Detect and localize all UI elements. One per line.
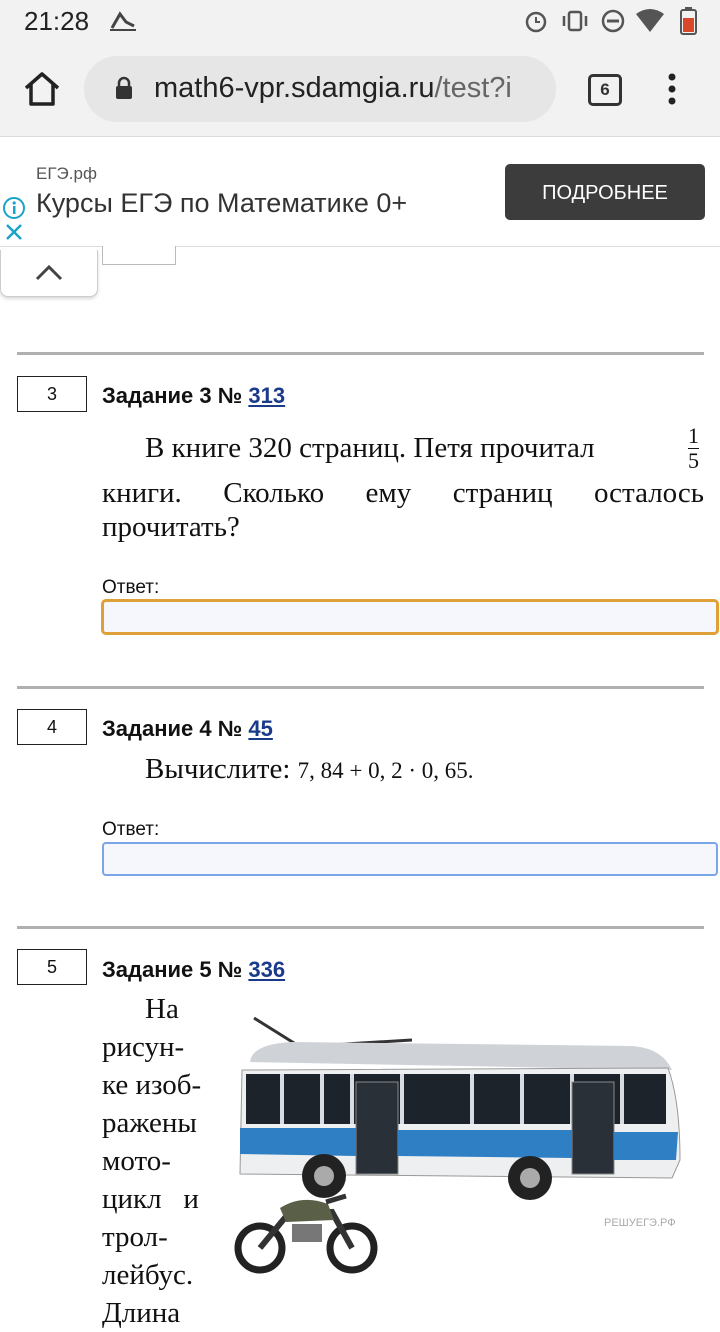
fraction: 1 5: [688, 424, 699, 473]
answer-input[interactable]: [102, 600, 718, 634]
url-host: math6-vpr.sdamgia.ru: [154, 72, 435, 104]
ad-title[interactable]: Курсы ЕГЭ по Математике 0+: [36, 188, 407, 219]
previous-task-fragment: [102, 246, 176, 265]
task-text-line: рисун-: [102, 1031, 185, 1063]
task-text-line: Длина: [102, 1297, 181, 1329]
ad-close-icon[interactable]: [4, 222, 24, 242]
task-text-line: лейбус.: [102, 1259, 194, 1291]
collapse-ad-button[interactable]: [0, 250, 98, 297]
image-watermark: РЕШУЕГЭ.РФ: [604, 1217, 676, 1229]
answer-label: Ответ:: [102, 577, 160, 598]
fraction-numerator: 1: [688, 423, 699, 448]
task-text: Вычислите:: [145, 753, 291, 785]
address-bar[interactable]: math6-vpr.sdamgia.ru/test?i: [84, 56, 556, 122]
ad-details-button[interactable]: ПОДРОБНЕЕ: [505, 164, 705, 220]
home-icon[interactable]: [22, 70, 62, 108]
task-text: На рисун- ке изоб- ражены мото- цикл и т…: [102, 990, 222, 1332]
task-text-line: цикл и: [102, 1183, 199, 1215]
task-header: Задание 5 № 336: [102, 957, 285, 983]
task-text-line: ке изоб-: [102, 1069, 202, 1101]
task-text-line: Вычислите: 7, 84 + 0, 2 · 0, 65.: [145, 750, 474, 790]
task-text-line: ражены: [102, 1107, 197, 1139]
ad-site: ЕГЭ.рф: [36, 164, 97, 183]
answer-input[interactable]: [102, 842, 718, 876]
lock-icon: [116, 76, 132, 99]
trolleybus-motorcycle-image: РЕШУЕГЭ.РФ: [234, 1016, 681, 1274]
browser-toolbar: math6-vpr.sdamgia.ru/test?i 6: [0, 42, 720, 137]
task-text-line: мото-: [102, 1145, 171, 1177]
task-header-label: Задание 3 №: [102, 383, 243, 408]
activity-icon: [110, 11, 136, 31]
task-divider: [17, 352, 704, 355]
task-link[interactable]: 45: [248, 716, 272, 741]
task-header: Задание 3 № 313: [102, 383, 285, 409]
url-text: math6-vpr.sdamgia.ru/test?i: [154, 72, 512, 105]
task-divider: [17, 686, 704, 689]
battery-icon: [680, 7, 697, 35]
task-divider: [17, 926, 704, 929]
fraction-denominator: 5: [688, 448, 699, 473]
tab-switcher-button[interactable]: 6: [588, 74, 622, 106]
answer-label: Ответ:: [102, 819, 160, 840]
task-text-line: В книге 320 страниц. Петя прочитал: [145, 432, 595, 464]
ad-banner[interactable]: ЕГЭ.рф Курсы ЕГЭ по Математике 0+ ПОДРОБ…: [0, 138, 720, 247]
dnd-icon: [601, 9, 625, 33]
url-path: /test?i: [434, 72, 512, 104]
task-text-line: На: [145, 993, 179, 1025]
task-link[interactable]: 313: [248, 383, 285, 408]
status-bar: 21:28: [0, 0, 720, 42]
alarm-icon: [525, 11, 547, 33]
wifi-icon: [636, 9, 664, 32]
task-header-label: Задание 5 №: [102, 957, 243, 982]
math-expression: 7, 84 + 0, 2 · 0, 65.: [297, 758, 474, 783]
task-text-line: книги. Сколько ему страниц осталось: [102, 477, 704, 509]
status-time: 21:28: [24, 6, 90, 36]
task-text-line: прочитать?: [102, 511, 240, 543]
task-number-box: 4: [17, 709, 87, 745]
task-link[interactable]: 336: [248, 957, 285, 982]
task-header: Задание 4 № 45: [102, 716, 273, 742]
task-number-box: 3: [17, 376, 87, 412]
task-number-box: 5: [17, 949, 87, 985]
more-menu-icon[interactable]: [662, 70, 682, 108]
ad-info-icon[interactable]: [2, 196, 26, 220]
task-header-label: Задание 4 №: [102, 716, 243, 741]
vibrate-icon: [562, 10, 588, 32]
task-text-line: трол-: [102, 1221, 168, 1253]
chevron-up-icon: [35, 264, 63, 281]
